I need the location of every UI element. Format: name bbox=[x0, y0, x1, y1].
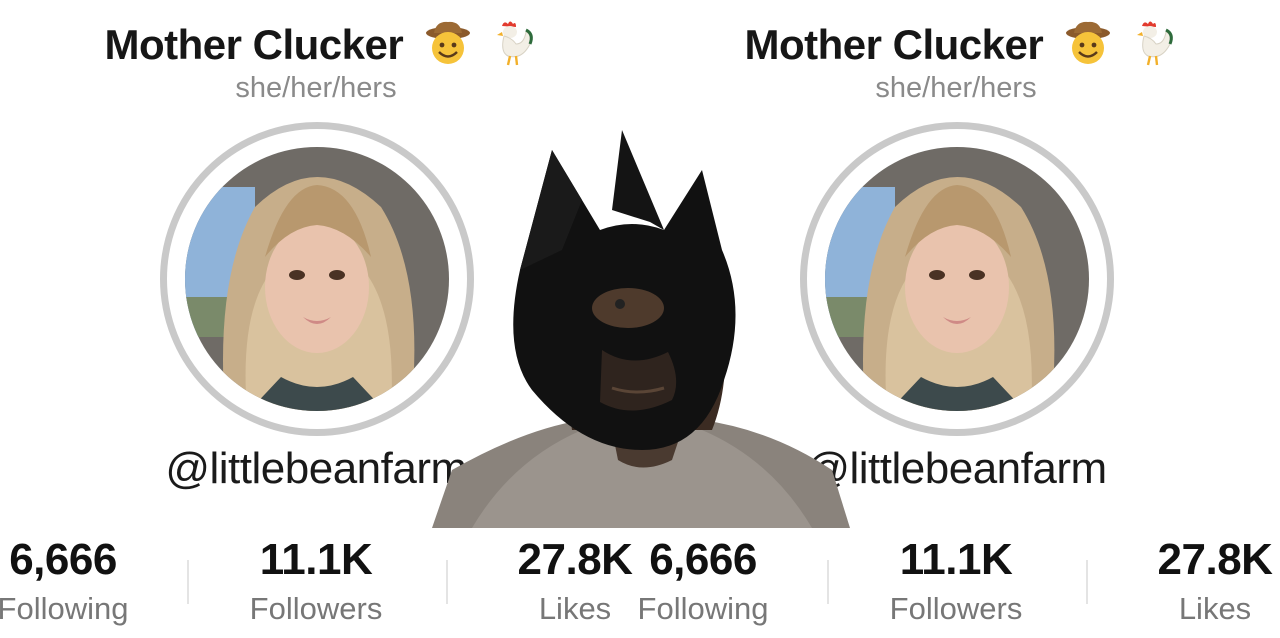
avatar[interactable] bbox=[825, 147, 1089, 411]
cowboy-face-icon bbox=[1064, 19, 1112, 77]
following-count: 6,666 bbox=[649, 535, 757, 584]
rooster-icon bbox=[1126, 18, 1176, 78]
stat-followers[interactable]: 11.1K Followers bbox=[196, 535, 436, 627]
stat-divider bbox=[1086, 560, 1088, 604]
likes-count: 27.8K bbox=[517, 535, 633, 584]
likes-count: 27.8K bbox=[1157, 535, 1273, 584]
stat-likes[interactable]: 27.8K Likes bbox=[1095, 535, 1280, 627]
stat-following[interactable]: 6,666 Following bbox=[0, 535, 183, 627]
stat-divider bbox=[827, 560, 829, 604]
avatar-ring[interactable] bbox=[160, 122, 474, 436]
stat-likes[interactable]: 27.8K Likes bbox=[455, 535, 640, 627]
pronouns: she/her/hers bbox=[235, 72, 397, 104]
following-label: Following bbox=[0, 591, 129, 626]
pronouns: she/her/hers bbox=[875, 72, 1037, 104]
rooster-icon bbox=[486, 18, 536, 78]
stat-following[interactable]: 6,666 Following bbox=[640, 535, 823, 627]
likes-label: Likes bbox=[1178, 591, 1252, 626]
stat-followers[interactable]: 11.1K Followers bbox=[836, 535, 1076, 627]
likes-label: Likes bbox=[538, 591, 612, 626]
following-label: Following bbox=[640, 591, 769, 626]
followers-label: Followers bbox=[889, 591, 1023, 626]
stat-divider bbox=[446, 560, 448, 604]
display-name: Mother Clucker bbox=[640, 18, 1280, 78]
followers-count: 11.1K bbox=[259, 535, 373, 584]
followers-count: 11.1K bbox=[899, 535, 1013, 584]
display-name-text: Mother Clucker bbox=[744, 21, 1044, 69]
cowboy-face-icon bbox=[424, 19, 472, 77]
followers-label: Followers bbox=[249, 591, 383, 626]
stat-divider bbox=[187, 560, 189, 604]
display-name-text: Mother Clucker bbox=[104, 21, 404, 69]
avatar[interactable] bbox=[185, 147, 449, 411]
following-count: 6,666 bbox=[9, 535, 117, 584]
display-name: Mother Clucker bbox=[0, 18, 640, 78]
masked-person-overlay bbox=[432, 130, 850, 528]
